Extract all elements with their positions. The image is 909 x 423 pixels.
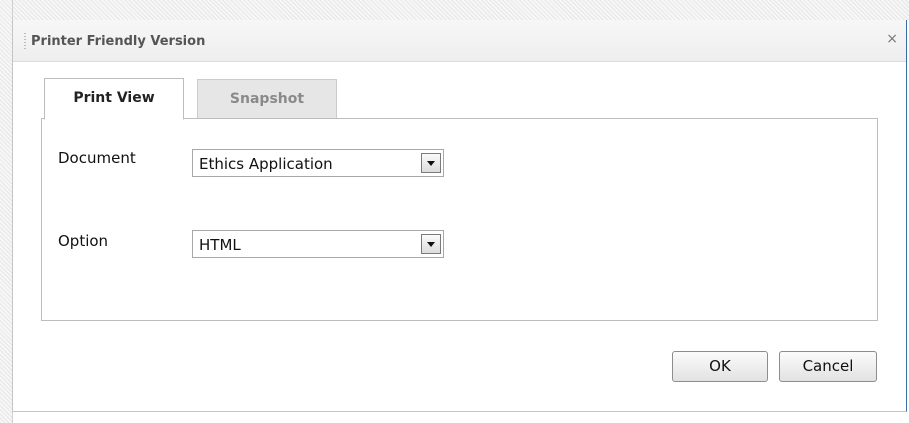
option-select[interactable]: HTML xyxy=(192,230,444,258)
close-icon[interactable]: × xyxy=(886,32,898,46)
printer-friendly-dialog: Printer Friendly Version × Print View Sn… xyxy=(12,20,907,412)
option-select-value: HTML xyxy=(199,236,241,254)
cancel-button[interactable]: Cancel xyxy=(779,351,877,382)
background-top-strip xyxy=(0,0,909,20)
tab-snapshot[interactable]: Snapshot xyxy=(197,79,337,119)
dialog-title: Printer Friendly Version xyxy=(31,34,206,49)
tab-print-view[interactable]: Print View xyxy=(44,78,184,120)
document-label: Document xyxy=(58,149,136,167)
drag-grip-icon[interactable] xyxy=(24,33,26,50)
document-select-value: Ethics Application xyxy=(199,155,333,173)
option-label: Option xyxy=(58,232,109,250)
chevron-down-icon[interactable] xyxy=(421,234,441,254)
chevron-down-icon[interactable] xyxy=(421,153,441,173)
dialog-titlebar[interactable]: Printer Friendly Version × xyxy=(13,20,906,62)
ok-button[interactable]: OK xyxy=(672,351,768,382)
document-select[interactable]: Ethics Application xyxy=(192,149,444,177)
print-view-panel: Document Ethics Application Option HTML xyxy=(41,118,878,321)
